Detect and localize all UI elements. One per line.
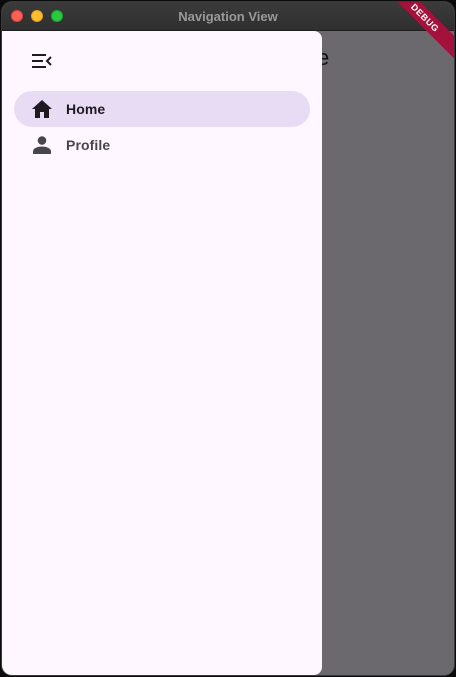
drawer-item-label: Profile	[66, 137, 111, 153]
menu-open-icon	[32, 54, 52, 68]
drawer-item-home[interactable]: Home	[14, 91, 310, 127]
app-window: Navigation View e Home Profile DEBUG	[2, 2, 454, 675]
window-title: Navigation View	[178, 9, 278, 24]
person-icon	[30, 133, 54, 157]
drawer-item-profile[interactable]: Profile	[14, 127, 310, 163]
menu-open-button[interactable]	[26, 49, 58, 73]
home-icon	[30, 97, 54, 121]
navigation-drawer: Home Profile	[2, 31, 322, 675]
app-content[interactable]: e Home Profile	[2, 31, 454, 675]
title-bar[interactable]: Navigation View	[2, 2, 454, 31]
drawer-item-label: Home	[66, 101, 106, 117]
